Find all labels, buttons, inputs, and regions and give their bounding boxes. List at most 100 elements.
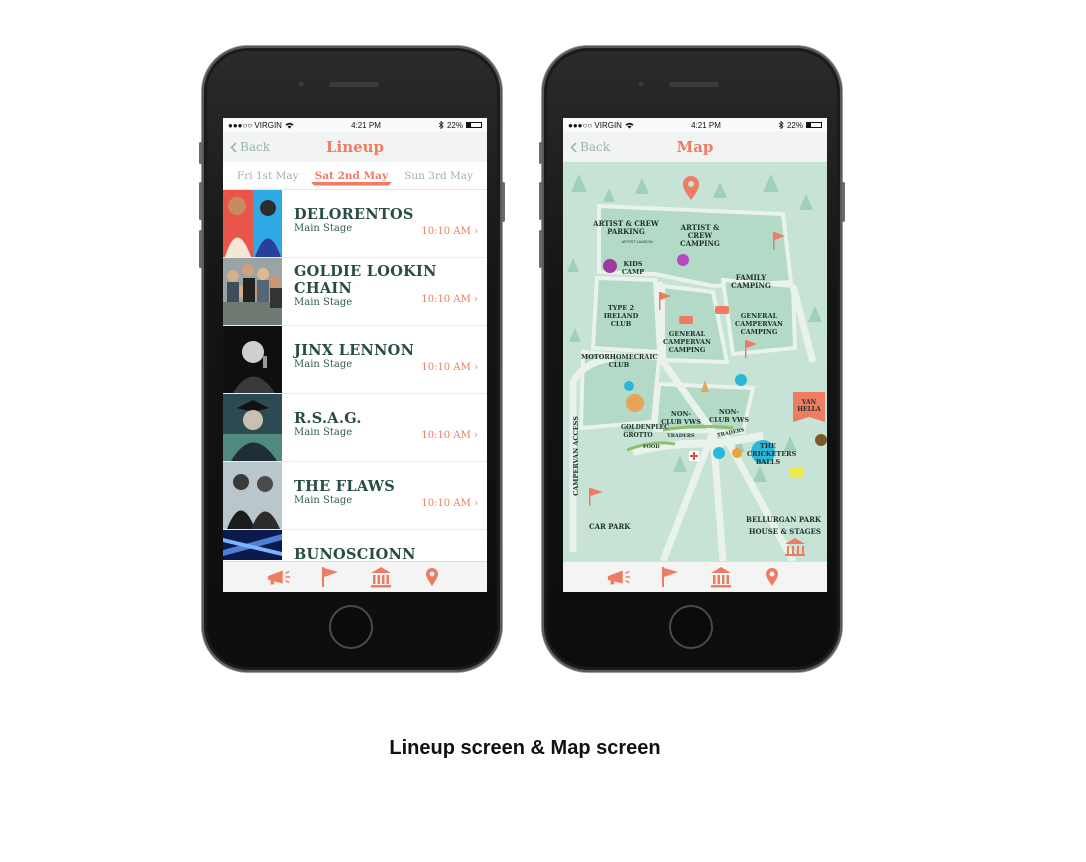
phone-frame-lineup: ●●●○○ VIRGIN 4:21 PM 22% Back Lineup Fri… bbox=[199, 46, 505, 672]
artist-name: DELORENTOS bbox=[294, 206, 414, 223]
lineup-row[interactable]: GOLDIE LOOKIN CHAIN Main Stage 10:10 AM … bbox=[223, 258, 487, 326]
volume-down-button bbox=[539, 230, 542, 268]
volume-up-button bbox=[199, 182, 202, 220]
location-pin-dot bbox=[688, 181, 694, 187]
map-label-artist-camping: ARTIST & CREW CAMPING bbox=[680, 223, 720, 248]
status-bar: ●●●○○ VIRGIN 4:21 PM 22% bbox=[563, 118, 827, 132]
map-label-car-park: CAR PARK bbox=[589, 522, 631, 531]
map-label-non-club-2: NON-CLUB VWS bbox=[709, 408, 749, 424]
front-camera bbox=[297, 80, 305, 88]
tab-stages[interactable] bbox=[317, 566, 343, 588]
back-label: Back bbox=[580, 140, 610, 154]
artist-bar-marker bbox=[789, 468, 803, 478]
back-label: Back bbox=[240, 140, 270, 154]
front-camera bbox=[637, 80, 645, 88]
tab-day-sun[interactable]: Sun 3rd May bbox=[404, 170, 473, 182]
map-label-campervan-access: CAMPERVAN ACCESS bbox=[572, 416, 580, 496]
artist-name: THE FLAWS bbox=[294, 478, 396, 495]
back-button[interactable]: Back bbox=[570, 140, 610, 154]
tab-map[interactable] bbox=[419, 566, 445, 588]
map-label-van-hella: VAN HELLA bbox=[797, 399, 821, 413]
lineup-row[interactable]: DELORENTOS Main Stage 10:10 AM › bbox=[223, 190, 487, 258]
festival-map[interactable]: ARTIST & CREW PARKING ARTIST LIAISON ART… bbox=[563, 162, 827, 561]
chevron-right-icon: › bbox=[474, 226, 478, 237]
carrier-label: ●●●○○ VIRGIN bbox=[568, 120, 622, 130]
coffee-marker bbox=[815, 434, 827, 446]
lineup-row[interactable]: THE FLAWS Main Stage 10:10 AM › bbox=[223, 462, 487, 530]
tab-venue[interactable] bbox=[708, 566, 734, 588]
mute-switch bbox=[539, 142, 542, 164]
earpiece-speaker bbox=[329, 82, 379, 87]
tab-venue[interactable] bbox=[368, 566, 394, 588]
map-screen: ●●●○○ VIRGIN 4:21 PM 22% Back Map ARTIST… bbox=[563, 118, 827, 592]
wifi-icon bbox=[285, 122, 294, 128]
megaphone-icon bbox=[267, 570, 290, 585]
map-label-kids-camp: KIDS CAMP bbox=[621, 260, 645, 276]
map-label-artist-liaison: ARTIST LIAISON bbox=[621, 239, 653, 244]
map-label-bellurgan: BELLURGAN PARK HOUSE & STAGES bbox=[746, 515, 821, 536]
tab-lineup[interactable] bbox=[606, 566, 632, 588]
set-time: 10:10 AM › bbox=[421, 362, 478, 373]
lineup-row[interactable]: JINX LENNON Main Stage 10:10 AM › bbox=[223, 326, 487, 394]
artist-name: GOLDIE LOOKIN CHAIN bbox=[294, 263, 437, 297]
bluetooth-icon bbox=[778, 121, 784, 129]
figure-caption: Lineup screen & Map screen bbox=[389, 737, 661, 759]
tab-bar bbox=[563, 561, 827, 592]
set-time: 10:10 AM › bbox=[421, 430, 478, 441]
chevron-right-icon: › bbox=[474, 294, 478, 305]
phone-frame-map: ●●●○○ VIRGIN 4:21 PM 22% Back Map ARTIST… bbox=[539, 46, 845, 672]
bluetooth-icon bbox=[438, 121, 444, 129]
grotto-marker bbox=[626, 394, 644, 412]
lineup-row[interactable]: BUNOSCIONN bbox=[223, 530, 487, 560]
artist-photo bbox=[223, 530, 282, 560]
set-time: 10:10 AM › bbox=[421, 226, 478, 237]
set-time: 10:10 AM › bbox=[421, 294, 478, 305]
tab-day-fri[interactable]: Fri 1st May bbox=[237, 170, 299, 182]
day-selector: Fri 1st May Sat 2nd May Sun 3rd May bbox=[223, 162, 487, 190]
building-icon bbox=[710, 567, 731, 588]
chevron-right-icon: › bbox=[474, 430, 478, 441]
reading-room-marker bbox=[624, 381, 634, 391]
chevron-right-icon: › bbox=[474, 362, 478, 373]
chevron-left-icon bbox=[570, 141, 577, 153]
lineup-row[interactable]: R.S.A.G. Main Stage 10:10 AM › bbox=[223, 394, 487, 462]
set-time: 10:10 AM › bbox=[421, 498, 478, 509]
building-icon bbox=[370, 567, 391, 588]
tab-lineup[interactable] bbox=[266, 566, 292, 588]
wifi-icon bbox=[625, 122, 634, 128]
map-label-motorhome: MOTORHOMECRAIC CLUB bbox=[581, 353, 658, 369]
volume-down-button bbox=[199, 230, 202, 268]
map-label-cricketers: THE CRICKETERS BALLS bbox=[747, 442, 797, 466]
power-button bbox=[502, 182, 505, 222]
back-button[interactable]: Back bbox=[230, 140, 270, 154]
time-label: 10:10 AM bbox=[421, 498, 471, 509]
motion-dome-marker bbox=[735, 374, 747, 386]
kids-camp-marker bbox=[603, 259, 617, 273]
artist-photo bbox=[223, 462, 282, 529]
time-label: 10:10 AM bbox=[421, 362, 471, 373]
home-button[interactable] bbox=[669, 605, 713, 649]
home-button[interactable] bbox=[329, 605, 373, 649]
map-label-artist-parking: ARTIST & CREW PARKING bbox=[593, 219, 659, 236]
chevron-right-icon: › bbox=[474, 498, 478, 509]
beauty-marker bbox=[732, 448, 742, 458]
location-pin-icon bbox=[683, 176, 699, 200]
tab-stages[interactable] bbox=[657, 566, 683, 588]
clock-label: 4:21 PM bbox=[691, 120, 721, 130]
artist-photo bbox=[223, 394, 282, 461]
tab-map[interactable] bbox=[759, 566, 785, 588]
artist-name: R.S.A.G. bbox=[294, 410, 362, 427]
mute-switch bbox=[199, 142, 202, 164]
weather-marker bbox=[713, 447, 725, 459]
battery-percent: 22% bbox=[446, 120, 463, 130]
artist-name: BUNOSCIONN bbox=[294, 546, 416, 560]
map-label-traders-1: TRADERS bbox=[667, 433, 695, 439]
lineup-list: DELORENTOS Main Stage 10:10 AM › GOLDIE … bbox=[223, 190, 487, 560]
map-label-general-campervan-1: GENERAL CAMPERVAN CAMPING bbox=[735, 312, 783, 336]
battery-icon bbox=[465, 122, 482, 128]
artist-photo bbox=[223, 190, 282, 257]
page-title: Map bbox=[676, 138, 714, 156]
tab-day-sat[interactable]: Sat 2nd May bbox=[315, 170, 388, 182]
clock-label: 4:21 PM bbox=[351, 120, 381, 130]
status-bar: ●●●○○ VIRGIN 4:21 PM 22% bbox=[223, 118, 487, 132]
